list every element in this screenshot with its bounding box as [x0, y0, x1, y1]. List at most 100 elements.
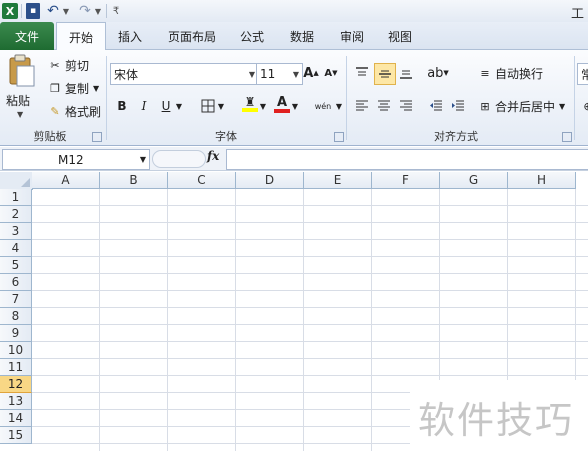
qat-separator: [106, 4, 107, 18]
undo-icon[interactable]: ↶: [46, 3, 60, 19]
row-header-15[interactable]: 15: [0, 427, 32, 444]
italic-button[interactable]: I: [134, 96, 154, 116]
customize-qat-icon[interactable]: ₹: [111, 3, 121, 19]
increase-indent-button[interactable]: [448, 96, 468, 116]
worksheet-grid[interactable]: ABCDEFGH 1 2 3 4 5 6 7 8 9 10 11 12 13 14 15 软件技巧: [0, 172, 588, 451]
bold-button[interactable]: B: [112, 96, 132, 116]
column-gridline: [235, 189, 236, 451]
window-title: 工: [570, 7, 584, 22]
column-header-e[interactable]: E: [304, 172, 372, 189]
row-header-7[interactable]: 7: [0, 291, 32, 308]
decrease-indent-button[interactable]: [426, 96, 446, 116]
align-right-icon: [400, 100, 412, 111]
tab-formulas[interactable]: 公式: [232, 22, 272, 50]
row-header-5[interactable]: 5: [0, 257, 32, 274]
font-name-select[interactable]: 宋体 ▼: [110, 63, 259, 85]
watermark: 软件技巧: [410, 380, 588, 451]
align-center-button[interactable]: [374, 96, 394, 116]
column-header-g[interactable]: G: [440, 172, 508, 189]
align-left-button[interactable]: [352, 96, 372, 116]
copy-button[interactable]: ❐ 复制 ▼: [48, 80, 99, 97]
column-header-f[interactable]: F: [372, 172, 440, 189]
formula-input[interactable]: [226, 149, 588, 170]
row-header-4[interactable]: 4: [0, 240, 32, 257]
alignment-group-label: 对齐方式: [434, 130, 478, 143]
grow-font-button[interactable]: A ▲: [301, 63, 321, 83]
tab-file[interactable]: 文件: [0, 22, 54, 50]
format-painter-button[interactable]: ✎ 格式刷: [48, 103, 101, 120]
formula-expand-handle[interactable]: [152, 150, 206, 168]
tab-page-layout[interactable]: 页面布局: [160, 22, 224, 50]
font-launcher-icon[interactable]: [334, 132, 344, 142]
redo-icon[interactable]: ↷: [78, 3, 92, 19]
row-header-11[interactable]: 11: [0, 359, 32, 376]
orientation-button[interactable]: ab ▼: [427, 63, 449, 83]
row-gridline: [32, 307, 588, 308]
font-color-dropdown-icon[interactable]: ▼: [290, 96, 300, 116]
column-header-h[interactable]: H: [508, 172, 576, 189]
copy-label: 复制: [65, 82, 90, 96]
shrink-font-button[interactable]: A ▼: [321, 63, 341, 83]
row-header-3[interactable]: 3: [0, 223, 32, 240]
border-dropdown-icon[interactable]: ▼: [216, 96, 226, 116]
row-header-14[interactable]: 14: [0, 410, 32, 427]
underline-dropdown-icon[interactable]: ▼: [174, 96, 184, 116]
column-header-b[interactable]: B: [100, 172, 168, 189]
row-header-10[interactable]: 10: [0, 342, 32, 359]
insert-function-icon[interactable]: fx: [207, 149, 223, 167]
number-format-select[interactable]: 常: [577, 63, 588, 85]
copy-icon: ❐: [50, 81, 60, 95]
phonetic-button[interactable]: wén: [310, 96, 336, 116]
undo-dropdown-icon[interactable]: ▼: [62, 3, 70, 19]
select-all-corner[interactable]: [0, 172, 33, 190]
column-header-c[interactable]: C: [168, 172, 236, 189]
cut-label: 剪切: [65, 59, 90, 73]
chevron-down-icon: ▼: [292, 69, 299, 79]
fill-color-dropdown-icon[interactable]: ▼: [258, 96, 268, 116]
row-gridline: [32, 256, 588, 257]
row-header-9[interactable]: 9: [0, 325, 32, 342]
accounting-format-icon[interactable]: ⊕: [578, 96, 588, 116]
row-header-2[interactable]: 2: [0, 206, 32, 223]
chevron-down-icon: ▼: [139, 155, 146, 164]
row-header-12[interactable]: 12: [0, 376, 32, 393]
align-top-button[interactable]: [352, 63, 372, 83]
row-gridline: [32, 324, 588, 325]
clipboard-launcher-icon[interactable]: [92, 132, 102, 142]
excel-app-icon[interactable]: X: [2, 3, 18, 19]
ribbon: 粘贴 ▼ ✂ 剪切 ❐ 复制 ▼ ✎ 格式刷 剪贴板 宋体 ▼ 11 ▼ A ▲ A ▼ B I…: [0, 50, 588, 146]
wrap-text-icon: ≡: [480, 66, 490, 80]
tab-view[interactable]: 视图: [380, 22, 420, 50]
font-color-button[interactable]: A: [272, 94, 292, 114]
name-box[interactable]: M12 ▼: [2, 149, 150, 170]
paste-button[interactable]: 粘贴 ▼: [4, 54, 40, 120]
row-header-1[interactable]: 1: [0, 189, 32, 206]
phonetic-dropdown-icon[interactable]: ▼: [334, 96, 344, 116]
column-header-d[interactable]: D: [236, 172, 304, 189]
paste-label: 粘贴: [6, 94, 31, 108]
underline-button[interactable]: U: [156, 96, 176, 116]
merge-center-button[interactable]: ⊞ 合并后居中 ▼: [478, 98, 565, 115]
wrap-text-button[interactable]: ≡ 自动换行: [478, 65, 543, 82]
row-header-6[interactable]: 6: [0, 274, 32, 291]
align-right-button[interactable]: [396, 96, 416, 116]
font-size-select[interactable]: 11 ▼: [256, 63, 303, 85]
tab-data[interactable]: 数据: [282, 22, 322, 50]
tab-insert[interactable]: 插入: [110, 22, 150, 50]
grow-font-icon: A: [303, 65, 314, 81]
fill-color-button[interactable]: ♜: [240, 94, 260, 114]
tab-home[interactable]: 开始: [56, 22, 106, 52]
format-painter-icon: ✎: [50, 104, 60, 118]
align-middle-button[interactable]: [374, 63, 396, 85]
border-button[interactable]: [198, 96, 218, 116]
cut-button[interactable]: ✂ 剪切: [48, 57, 89, 74]
tab-review[interactable]: 审阅: [332, 22, 372, 50]
align-bottom-button[interactable]: [396, 63, 416, 83]
alignment-launcher-icon[interactable]: [562, 132, 572, 142]
row-gridline: [32, 290, 588, 291]
redo-dropdown-icon[interactable]: ▼: [94, 3, 102, 19]
column-header-a[interactable]: A: [32, 172, 100, 189]
save-icon[interactable]: ▪: [26, 3, 40, 19]
row-header-13[interactable]: 13: [0, 393, 32, 410]
row-header-8[interactable]: 8: [0, 308, 32, 325]
